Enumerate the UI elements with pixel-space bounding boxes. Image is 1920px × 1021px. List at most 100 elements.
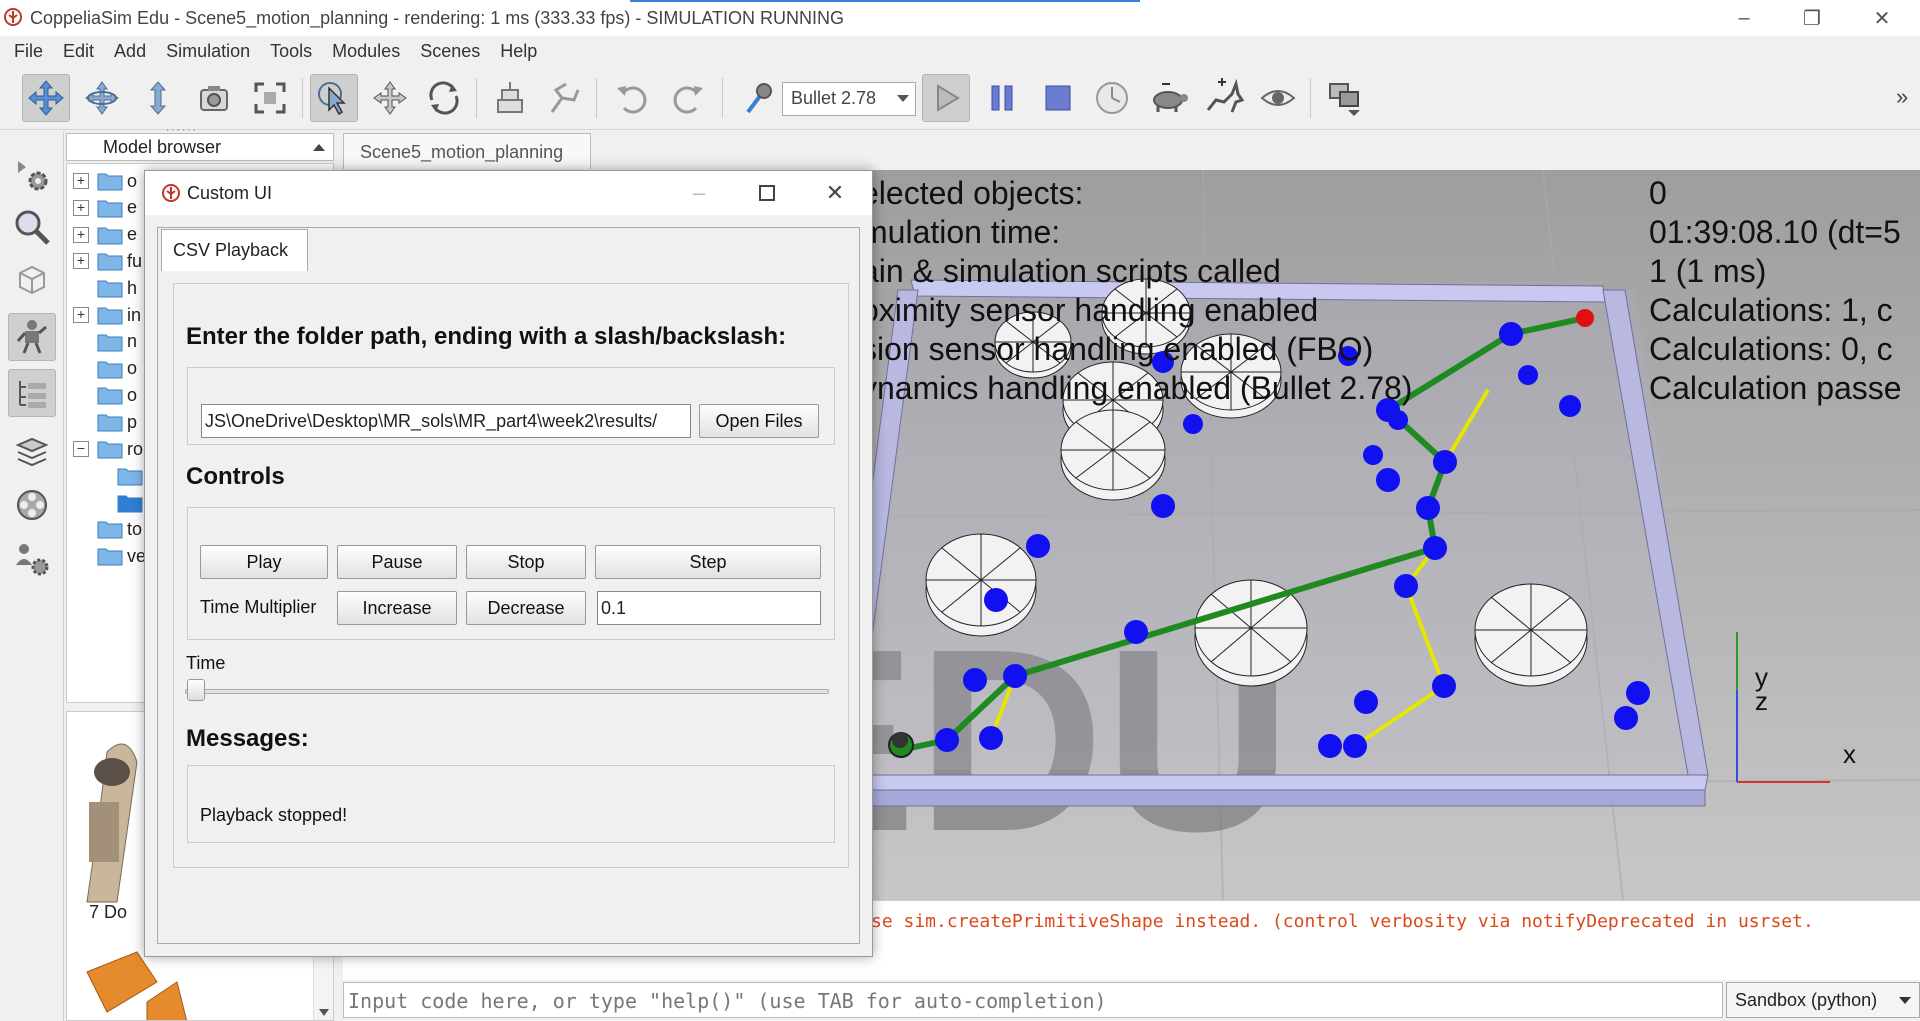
assemble-button[interactable] — [486, 74, 534, 122]
scene-hierarchy-button[interactable] — [8, 203, 56, 251]
dynamic-content-button[interactable] — [734, 74, 782, 122]
obstacle — [1474, 583, 1588, 687]
menu-scenes[interactable]: Scenes — [412, 41, 488, 62]
user-settings-button[interactable] — [8, 535, 56, 583]
camera-rotate-button[interactable] — [78, 74, 126, 122]
scene-hierarchy-toggle[interactable] — [8, 369, 56, 417]
tree-row[interactable]: + e — [73, 222, 137, 248]
increase-button[interactable]: Increase — [337, 591, 457, 625]
page-selector-button[interactable] — [1320, 74, 1368, 122]
menu-file[interactable]: File — [6, 41, 51, 62]
dialog-minimize-button[interactable]: – — [669, 171, 729, 215]
object-shift-button[interactable] — [366, 74, 414, 122]
folder-path-input[interactable]: JS\OneDrive\Desktop\MR_sols\MR_part4\wee… — [201, 404, 691, 438]
time-multiplier-input[interactable]: 0.1 — [597, 591, 821, 625]
menu-edit[interactable]: Edit — [55, 41, 102, 62]
command-input[interactable]: Input code here, or type "help()" (use T… — [343, 982, 1723, 1018]
step-button[interactable]: Step — [595, 545, 821, 579]
play-button[interactable]: Play — [200, 545, 328, 579]
camera-shift-button[interactable] — [134, 74, 182, 122]
menu-bar: File Edit Add Simulation Tools Modules S… — [0, 36, 1920, 66]
layers-button[interactable] — [8, 427, 56, 475]
pause-label: Pause — [371, 552, 423, 572]
tab-csv-playback[interactable]: CSV Playback — [161, 229, 308, 271]
tree-row[interactable]: p — [73, 409, 137, 435]
expand-icon[interactable]: + — [73, 226, 89, 243]
dialog-title-bar[interactable]: Custom UI – ✕ — [145, 171, 872, 215]
menu-add[interactable]: Add — [106, 41, 154, 62]
transfer-dna-button[interactable] — [540, 74, 588, 122]
model-browser-header[interactable]: Model browser — [66, 133, 334, 161]
model-browser-toggle[interactable] — [8, 313, 56, 361]
speed-up-button[interactable] — [1200, 74, 1248, 122]
close-button[interactable]: ✕ — [1852, 0, 1912, 36]
open-files-label: Open Files — [715, 411, 803, 431]
tree-row[interactable]: n — [73, 329, 137, 355]
toolbar-overflow-icon[interactable]: » — [1896, 84, 1908, 110]
tree-row[interactable]: + e — [73, 195, 137, 221]
undo-button[interactable] — [608, 74, 656, 122]
tree-row[interactable]: to — [73, 516, 142, 542]
camera-pan-button[interactable] — [22, 74, 70, 122]
tree-row[interactable] — [117, 463, 147, 489]
stop-simulation-button[interactable] — [1034, 74, 1082, 122]
tree-row[interactable]: o — [73, 356, 137, 382]
pause-simulation-button[interactable] — [978, 74, 1026, 122]
camera-angle-button[interactable] — [190, 74, 238, 122]
scene-tab[interactable]: Scene5_motion_planning — [343, 133, 591, 169]
fit-to-view-button[interactable] — [246, 74, 294, 122]
collapse-icon[interactable]: − — [73, 441, 89, 457]
tree-row[interactable]: ve — [73, 543, 146, 569]
expand-icon[interactable]: + — [73, 173, 89, 189]
tree-row[interactable]: + in — [73, 302, 141, 328]
menu-help[interactable]: Help — [492, 41, 545, 62]
value-vision-sensor: Calculations: 0, c — [1649, 331, 1893, 367]
tree-row[interactable]: o — [73, 382, 137, 408]
sandbox-select[interactable]: Sandbox (python) — [1726, 982, 1920, 1018]
pause-icon — [991, 85, 1013, 111]
visualization-toggle-button[interactable] — [1254, 74, 1302, 122]
time-slider[interactable] — [185, 689, 829, 694]
folder-icon — [97, 253, 123, 271]
object-rotate-button[interactable] — [420, 74, 468, 122]
slow-down-button[interactable] — [1144, 74, 1192, 122]
redo-button[interactable] — [664, 74, 712, 122]
scroll-down-icon[interactable] — [319, 1009, 329, 1016]
real-time-button[interactable] — [1088, 74, 1136, 122]
decrease-button[interactable]: Decrease — [466, 591, 586, 625]
dialog-close-button[interactable]: ✕ — [805, 171, 865, 215]
menu-modules[interactable]: Modules — [324, 41, 408, 62]
chevron-down-icon — [897, 95, 909, 102]
menu-simulation[interactable]: Simulation — [158, 41, 258, 62]
gear-icon — [18, 161, 48, 191]
maximize-icon — [759, 185, 775, 201]
dialog-maximize-button[interactable] — [737, 171, 797, 215]
time-slider-handle[interactable] — [187, 679, 205, 701]
minimize-button[interactable]: – — [1714, 0, 1774, 36]
start-simulation-button[interactable] — [922, 74, 970, 122]
simulation-settings-button[interactable] — [8, 151, 56, 199]
tree-row[interactable] — [117, 490, 147, 516]
info-selected-objects: elected objects: — [861, 175, 1084, 211]
expand-icon[interactable]: + — [73, 253, 89, 270]
axis-x-label: x — [1843, 739, 1856, 769]
menu-tools[interactable]: Tools — [262, 41, 320, 62]
restore-button[interactable]: ❐ — [1782, 0, 1842, 36]
video-recorder-button[interactable] — [8, 481, 56, 529]
tree-row[interactable]: + o — [73, 168, 137, 194]
shape-edit-button[interactable] — [8, 255, 56, 303]
pause-button[interactable]: Pause — [337, 545, 457, 579]
tree-row[interactable]: + fu — [73, 248, 142, 274]
physics-engine-select[interactable]: Bullet 2.78 — [782, 82, 916, 116]
click-select-button[interactable] — [310, 74, 358, 122]
tree-label: e — [127, 197, 138, 218]
stop-button[interactable]: Stop — [466, 545, 586, 579]
tree-row[interactable]: − ro — [73, 436, 143, 462]
folder-icon — [97, 334, 123, 352]
open-files-button[interactable]: Open Files — [699, 404, 819, 438]
minimize-icon: – — [692, 180, 706, 205]
expand-icon[interactable]: + — [73, 199, 89, 216]
chevron-up-icon — [313, 144, 325, 151]
tree-row[interactable]: h — [73, 275, 137, 301]
expand-icon[interactable]: + — [73, 307, 89, 323]
